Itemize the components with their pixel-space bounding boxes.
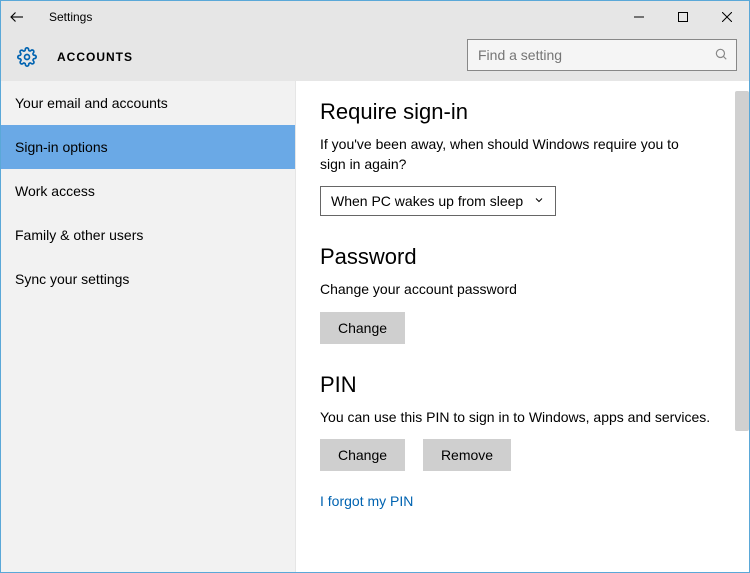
minimize-icon [634,12,644,22]
pin-remove-button[interactable]: Remove [423,439,511,471]
close-icon [722,12,732,22]
back-arrow-icon [8,8,26,26]
minimize-button[interactable] [617,1,661,33]
body: Your email and accounts Sign-in options … [1,81,749,572]
pin-section: PIN You can use this PIN to sign in to W… [320,372,725,510]
sidebar-item-family-other-users[interactable]: Family & other users [1,213,295,257]
require-signin-title: Require sign-in [320,99,725,125]
sidebar-item-label: Sync your settings [15,271,129,287]
search-icon [714,47,728,64]
sidebar-item-email-accounts[interactable]: Your email and accounts [1,81,295,125]
pin-change-button[interactable]: Change [320,439,405,471]
sidebar-item-label: Your email and accounts [15,95,168,111]
sidebar-item-label: Work access [15,183,95,199]
password-section: Password Change your account password Ch… [320,244,725,344]
require-signin-desc: If you've been away, when should Windows… [320,135,700,174]
titlebar: Settings [1,1,749,33]
require-signin-dropdown[interactable]: When PC wakes up from sleep [320,186,556,216]
forgot-pin-link[interactable]: I forgot my PIN [320,493,413,509]
sidebar: Your email and accounts Sign-in options … [1,81,296,572]
maximize-button[interactable] [661,1,705,33]
close-button[interactable] [705,1,749,33]
header: ACCOUNTS [1,33,749,81]
pin-title: PIN [320,372,725,398]
window-title: Settings [49,10,92,24]
password-title: Password [320,244,725,270]
search-input[interactable] [476,46,714,64]
sidebar-item-sync-settings[interactable]: Sync your settings [1,257,295,301]
pin-desc: You can use this PIN to sign in to Windo… [320,408,725,428]
password-change-button[interactable]: Change [320,312,405,344]
section-title: ACCOUNTS [57,50,133,64]
sidebar-item-label: Family & other users [15,227,143,243]
require-signin-section: Require sign-in If you've been away, whe… [320,99,725,216]
chevron-down-icon [533,193,545,209]
sidebar-item-work-access[interactable]: Work access [1,169,295,213]
sidebar-item-label: Sign-in options [15,139,108,155]
settings-window: Settings ACCOUNTS Your email and ac [0,0,750,573]
password-desc: Change your account password [320,280,700,300]
search-box[interactable] [467,39,737,71]
sidebar-item-signin-options[interactable]: Sign-in options [1,125,295,169]
maximize-icon [678,12,688,22]
content-pane: Require sign-in If you've been away, whe… [296,81,749,572]
scrollbar[interactable] [735,91,749,431]
back-button[interactable] [1,1,33,33]
gear-icon [17,47,37,67]
dropdown-value: When PC wakes up from sleep [331,193,523,209]
